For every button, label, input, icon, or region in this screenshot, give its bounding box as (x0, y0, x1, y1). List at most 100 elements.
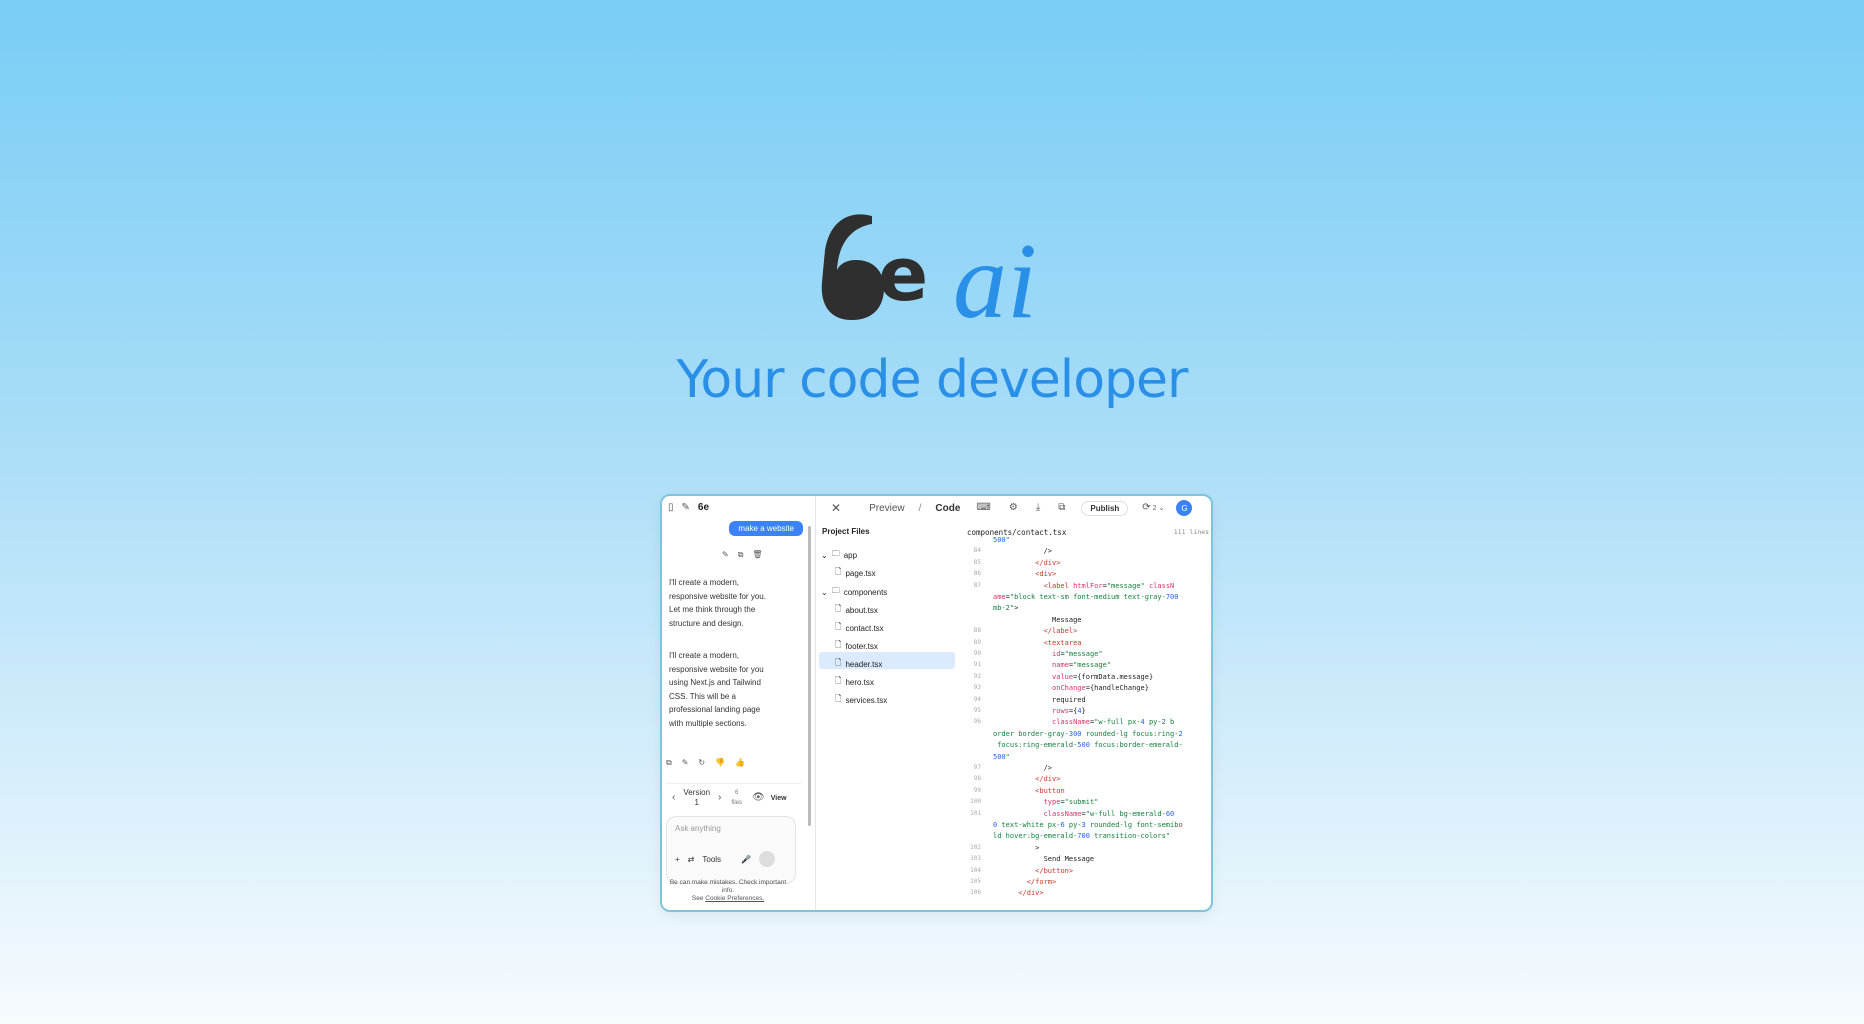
line-number: 85 (973, 558, 981, 566)
code-line: name="message" (1052, 661, 1112, 670)
refresh-icon[interactable]: ⟳ (1142, 503, 1150, 513)
code-line: </div> (1018, 889, 1044, 898)
code-line: <div> (1035, 570, 1057, 579)
file-icon: 🗋 (835, 640, 842, 649)
file-icon: 🗋 (835, 622, 842, 631)
file-icon: 🗋 (835, 676, 842, 685)
gear-icon[interactable]: ⚙ (1009, 503, 1018, 513)
tools-icon[interactable]: ⇄ (688, 855, 695, 864)
file-icon: 🗋 (835, 604, 842, 613)
chat-panel: ▯ ✎ 6e make a website ✎ ⧉ 🗑 I'll create … (662, 496, 816, 910)
terminal-icon[interactable]: ⌨ (976, 503, 990, 513)
edit-icon[interactable]: ✎ (682, 759, 689, 767)
line-number: 89 (973, 638, 981, 646)
download-icon[interactable]: ⤓ (1036, 503, 1040, 513)
code-line: 500" (993, 752, 1010, 761)
code-line: value={formData.message} (1052, 672, 1154, 681)
file-header[interactable]: 🗋 header.tsx (835, 657, 882, 671)
line-number: 90 (973, 650, 981, 657)
line-number: 88 (973, 627, 981, 635)
app-logo-icon[interactable]: 6e (698, 503, 709, 513)
line-number: 96 (973, 718, 981, 726)
copy-icon[interactable]: ⧉ (666, 759, 672, 767)
code-line: </div> (1035, 775, 1061, 784)
line-number: 98 (973, 775, 981, 783)
brand-logo: e ai (810, 210, 1060, 340)
publish-button[interactable]: Publish (1081, 500, 1129, 516)
file-footer[interactable]: 🗋 footer.tsx (835, 639, 878, 653)
chevron-left-icon[interactable]: ‹ (672, 793, 675, 803)
chevron-right-icon[interactable]: › (718, 793, 721, 803)
avatar[interactable]: G (1176, 500, 1193, 516)
edit-icon[interactable]: ✎ (722, 551, 729, 559)
chevron-down-icon[interactable]: ⌄ (1159, 505, 1165, 512)
folder-app[interactable]: ⌄ 🗀 app (821, 548, 857, 562)
code-line: focus:ring-emerald-500 focus:border-emer… (993, 741, 1183, 750)
line-number: 86 (973, 570, 981, 578)
retry-icon[interactable]: ↻ (698, 759, 705, 767)
chat-input-placeholder: Ask anything (675, 824, 721, 833)
file-hero[interactable]: 🗋 hero.tsx (835, 675, 874, 689)
file-icon: 🗋 (835, 567, 842, 576)
app-window: ▯ ✎ 6e make a website ✎ ⧉ 🗑 I'll create … (660, 494, 1213, 912)
chat-scrollbar[interactable] (808, 526, 811, 826)
files-count: 6 files (731, 790, 743, 806)
tab-preview[interactable]: Preview (869, 503, 905, 514)
file-services[interactable]: 🗋 services.tsx (835, 693, 887, 707)
code-line: </div> (1035, 558, 1061, 567)
code-line: 500" (993, 536, 1010, 544)
code-line: ld hover:bg-emerald-700 transition-color… (993, 832, 1171, 841)
thumbs-up-icon[interactable]: 👍 (735, 759, 745, 767)
file-tree: Project Files ⌄ 🗀 app 🗋 page.tsx ⌄ 🗀 componen… (815, 520, 965, 910)
code-line: required (993, 695, 1086, 704)
plus-icon[interactable]: + (675, 855, 680, 864)
line-number: 100 (970, 798, 981, 806)
code-line: type="submit" (1043, 798, 1099, 807)
code-line: </form> (1026, 878, 1057, 886)
cookie-preferences-link[interactable]: Cookie Preferences. (705, 895, 764, 902)
file-contact[interactable]: 🗋 contact.tsx (835, 621, 884, 635)
copy-icon[interactable]: ⧉ (738, 551, 744, 559)
line-number: 105 (970, 878, 981, 885)
eye-icon[interactable]: 👁 (752, 793, 765, 803)
mic-icon[interactable]: 🎤 (741, 855, 751, 864)
code-line: rows={4} (1052, 707, 1086, 715)
folder-icon: 🗀 (831, 586, 840, 595)
line-number: 99 (973, 786, 981, 794)
delete-icon[interactable]: 🗑 (752, 551, 762, 559)
tools-button[interactable]: Tools (702, 855, 721, 864)
tagline: Your code developer (676, 350, 1189, 410)
version-count[interactable]: 2 (1153, 505, 1157, 512)
ai-message: I'll create a modern, responsive website… (669, 578, 766, 628)
line-number: 95 (973, 707, 981, 714)
top-toolbar: ✕ Preview / Code ⌨ ⚙ ⤓ ⧉ Publish ⟳ 2 ⌄ G (815, 496, 1211, 520)
file-page[interactable]: 🗋 page.tsx (835, 566, 876, 580)
send-button[interactable] (759, 851, 776, 867)
line-number: 93 (973, 684, 981, 692)
line-number: 92 (973, 672, 981, 680)
code-editor[interactable]: components/contact.tsx 111 lines 500" 84 … (967, 520, 1211, 910)
code-line: id="message" (1052, 650, 1103, 658)
file-about[interactable]: 🗋 about.tsx (835, 603, 878, 617)
line-number: 103 (970, 855, 981, 863)
code-line: </label> (1043, 627, 1078, 636)
view-button[interactable]: View (771, 795, 787, 802)
duplicate-icon[interactable]: ⧉ (1058, 503, 1065, 513)
code-line: <button (1035, 786, 1065, 795)
close-icon[interactable]: ✕ (831, 502, 841, 514)
tab-code[interactable]: Code (935, 503, 960, 514)
folder-components[interactable]: ⌄ 🗀 components (821, 585, 887, 599)
logo-ai: ai (953, 222, 1038, 341)
code-line: <label htmlFor="message" classN (1043, 581, 1175, 590)
code-line: > (993, 843, 1040, 852)
chat-input[interactable]: Ask anything + ⇄ Tools 🎤 (666, 816, 796, 884)
ai-message: I'll create a modern, responsive website… (669, 651, 764, 728)
line-number: 87 (973, 581, 981, 589)
new-chat-icon[interactable]: ✎ (682, 503, 690, 513)
code-line: <textarea (1043, 638, 1082, 647)
sidebar-toggle-icon[interactable]: ▯ (668, 503, 674, 513)
thumbs-down-icon[interactable]: 👎 (715, 759, 725, 767)
code-line: Send Message (993, 855, 1095, 864)
code-line: className="w-full px-4 py-2 b (1052, 718, 1175, 727)
disclaimer: Be can make mistakes. Check important in… (669, 879, 787, 902)
